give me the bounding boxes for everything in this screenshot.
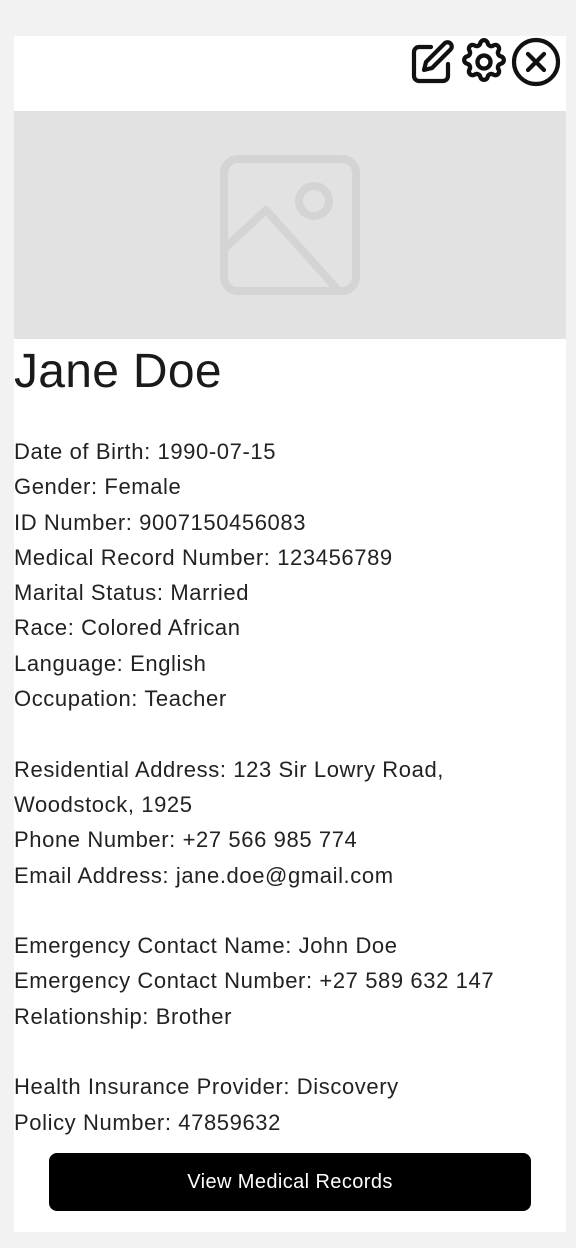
phone-number: Phone Number: +27 566 985 774 [14,827,358,853]
gear-icon [462,38,506,83]
section-spacer [14,716,554,751]
profile-photo-placeholder [14,111,566,339]
occupation: Occupation: Teacher [14,686,227,712]
emergency-contact-name: Emergency Contact Name: John Doe [14,933,398,959]
gender: Gender: Female [14,474,182,500]
race: Race: Colored African [14,615,241,641]
patient-details: Date of Birth: 1990-07-15 Gender: Female… [14,434,554,1140]
toolbar [406,36,562,88]
policy-number: Policy Number: 47859632 [14,1109,281,1135]
edit-button[interactable] [406,36,458,88]
settings-button[interactable] [458,36,510,88]
emergency-relationship: Relationship: Brother [14,1003,233,1029]
view-medical-records-button[interactable]: View Medical Records [49,1153,531,1211]
id-number: ID Number: 9007150456083 [14,509,307,535]
patient-profile-card: Jane Doe Date of Birth: 1990-07-15 Gende… [14,36,566,1232]
medical-record-number: Medical Record Number: 123456789 [14,544,393,570]
image-placeholder-icon [220,155,360,295]
emergency-contact-number: Emergency Contact Number: +27 589 632 14… [14,968,495,994]
email-address: Email Address: jane.doe@gmail.com [14,862,394,888]
residential-address: Residential Address: 123 Sir Lowry Road,… [14,756,444,817]
edit-icon [411,40,454,84]
date-of-birth: Date of Birth: 1990-07-15 [14,439,277,464]
section-spacer [14,893,554,928]
close-icon [511,37,561,87]
section-spacer [14,1034,554,1069]
insurance-provider: Health Insurance Provider: Discovery [14,1074,399,1100]
close-button[interactable] [510,36,562,88]
language: Language: English [14,650,207,676]
patient-name: Jane Doe [14,345,222,398]
marital-status: Marital Status: Married [14,580,250,606]
